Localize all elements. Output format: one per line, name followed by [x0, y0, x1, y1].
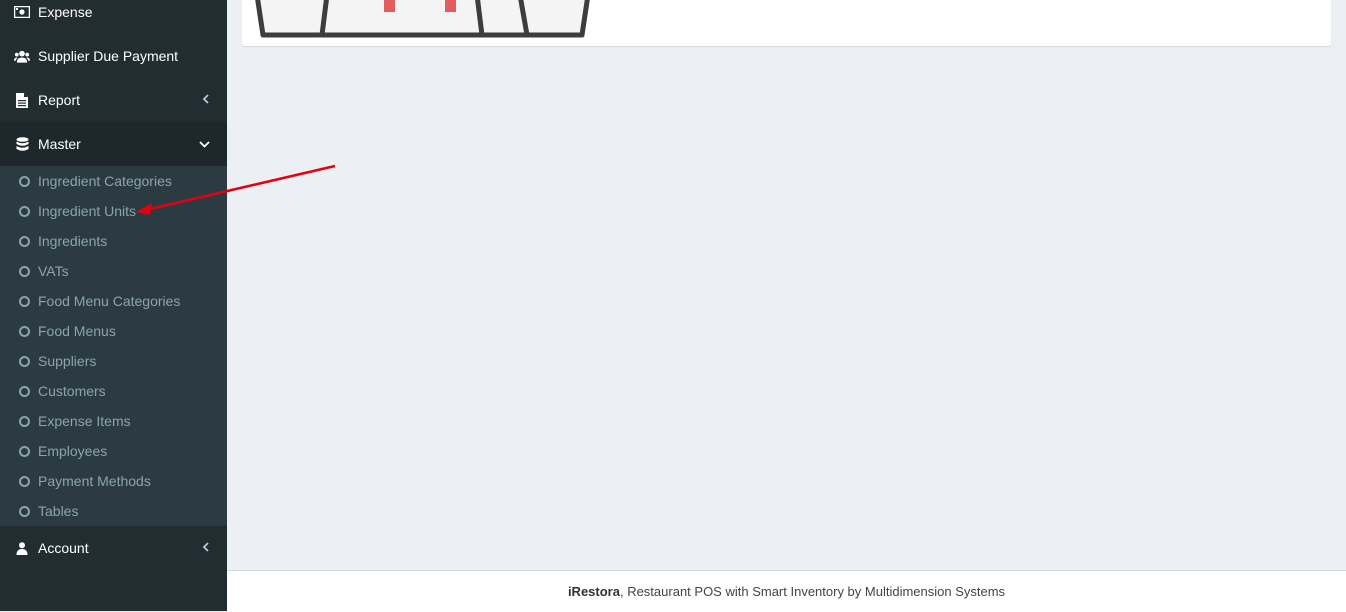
content-card	[242, 0, 1331, 46]
submenu-item-expense-items[interactable]: Expense Items	[0, 406, 227, 436]
sidebar-item-account[interactable]: Account	[0, 526, 227, 570]
submenu-item-suppliers[interactable]: Suppliers	[0, 346, 227, 376]
submenu-item-food-menu-categories[interactable]: Food Menu Categories	[0, 286, 227, 316]
footer-brand: iRestora	[567, 584, 620, 599]
table-illustration	[255, 0, 590, 38]
circle-icon	[19, 415, 30, 427]
sidebar-item-label: Report	[38, 92, 81, 108]
user-icon	[14, 540, 30, 556]
circle-icon	[19, 505, 30, 517]
sidebar-item-label: Supplier Due Payment	[38, 48, 179, 64]
submenu-item-ingredients[interactable]: Ingredients	[0, 226, 227, 256]
sidebar-item-master[interactable]: Master	[0, 122, 227, 166]
submenu-item-payment-methods[interactable]: Payment Methods	[0, 466, 227, 496]
submenu-item-ingredient-categories[interactable]: Ingredient Categories	[0, 166, 227, 196]
submenu-item-label: Food Menu Categories	[38, 293, 181, 309]
submenu-item-food-menus[interactable]: Food Menus	[0, 316, 227, 346]
circle-icon	[19, 475, 30, 487]
submenu-item-label: Expense Items	[38, 413, 131, 429]
footer-text: , Restaurant POS with Smart Inventory by…	[619, 584, 1006, 599]
submenu-item-label: Customers	[38, 383, 106, 399]
submenu-item-label: Ingredients	[38, 233, 108, 249]
database-icon	[14, 136, 30, 152]
money-icon	[14, 4, 30, 20]
circle-icon	[19, 355, 30, 367]
submenu-item-label: Employees	[38, 443, 108, 459]
sidebar-item-report[interactable]: Report	[0, 78, 227, 122]
circle-icon	[19, 385, 30, 397]
sidebar-item-label: Expense	[38, 4, 93, 20]
master-submenu: Ingredient Categories Ingredient Units I…	[0, 166, 227, 526]
footer: iRestora, Restaurant POS with Smart Inve…	[227, 570, 1346, 612]
circle-icon	[19, 295, 30, 307]
circle-icon	[19, 175, 30, 187]
submenu-item-ingredient-units[interactable]: Ingredient Units	[0, 196, 227, 226]
submenu-item-vats[interactable]: VATs	[0, 256, 227, 286]
submenu-item-label: Ingredient Categories	[38, 173, 172, 189]
circle-icon	[19, 325, 30, 337]
submenu-item-customers[interactable]: Customers	[0, 376, 227, 406]
submenu-item-label: Food Menus	[38, 323, 116, 339]
submenu-item-label: Suppliers	[38, 353, 97, 369]
file-text-icon	[14, 92, 30, 108]
sidebar: Expense Supplier Due Payment Report Mast…	[0, 0, 227, 611]
circle-icon	[19, 235, 30, 247]
submenu-item-label: Payment Methods	[38, 473, 151, 489]
submenu-item-label: Tables	[38, 503, 79, 519]
sidebar-item-label: Account	[38, 540, 89, 556]
chevron-down-icon	[199, 137, 210, 151]
sidebar-item-label: Master	[38, 136, 81, 152]
users-icon	[14, 48, 30, 64]
submenu-item-tables[interactable]: Tables	[0, 496, 227, 526]
submenu-item-label: Ingredient Units	[38, 203, 137, 219]
sidebar-item-expense[interactable]: Expense	[0, 0, 227, 34]
circle-icon	[19, 445, 30, 457]
submenu-item-label: VATs	[38, 263, 69, 279]
circle-icon	[19, 265, 30, 277]
circle-icon	[19, 205, 30, 217]
chevron-left-icon	[202, 541, 210, 555]
submenu-item-employees[interactable]: Employees	[0, 436, 227, 466]
chevron-left-icon	[202, 93, 210, 107]
sidebar-item-supplier-due-payment[interactable]: Supplier Due Payment	[0, 34, 227, 78]
